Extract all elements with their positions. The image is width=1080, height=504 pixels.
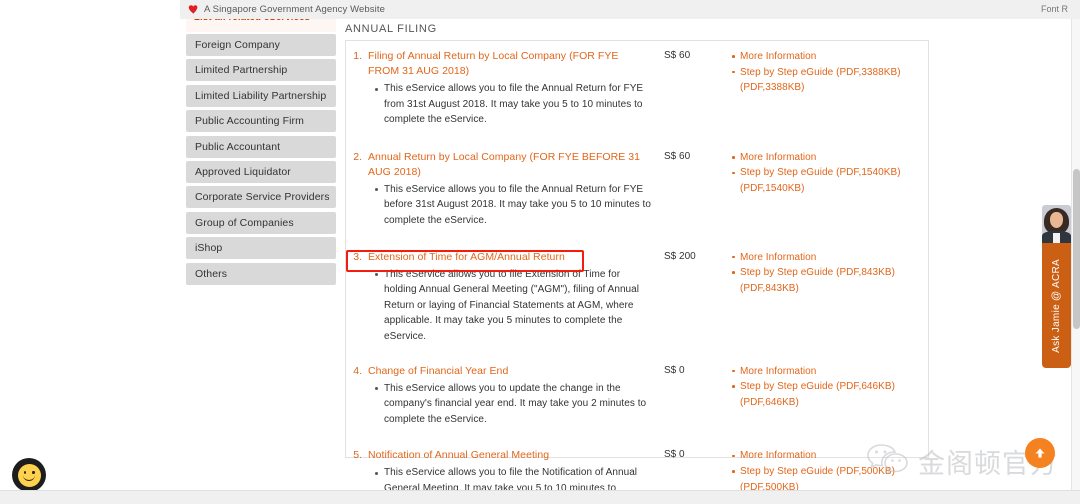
eservice-description-list: This eService allows you to file Extensi…	[368, 267, 652, 345]
eservice-body: Extension of Time for AGM/Annual Return …	[368, 250, 652, 345]
eservice-links: More Information Step by Step eGuide (PD…	[722, 250, 928, 345]
eservice-row: 2. Annual Return by Local Company (FOR F…	[346, 150, 928, 229]
step-by-step-eguide-link[interactable]: Step by Step eGuide (PDF,646KB) (PDF,646…	[732, 379, 928, 410]
arrow-up-icon	[1033, 446, 1047, 460]
eservice-row: 1. Filing of Annual Return by Local Comp…	[346, 49, 928, 128]
sidebar-item-label: Public Accounting Firm	[195, 115, 304, 128]
eservice-number: 2.	[353, 150, 362, 163]
eservice-body: Change of Financial Year End This eServi…	[368, 364, 652, 428]
scroll-to-top-button[interactable]	[1025, 438, 1055, 468]
eservice-number: 3.	[353, 250, 362, 263]
eservice-number: 1.	[353, 50, 362, 62]
government-banner: A Singapore Government Agency Website	[180, 0, 1080, 19]
eservice-number: 4.	[353, 364, 362, 377]
feedback-smiley-button[interactable]	[12, 458, 46, 492]
eservice-title-link[interactable]: Change of Financial Year End	[368, 364, 652, 379]
eservice-description: This eService allows you to update the c…	[375, 381, 652, 428]
step-by-step-eguide-link[interactable]: Step by Step eGuide (PDF,3388KB) (PDF,33…	[732, 65, 928, 96]
sidebar-item-label: Limited Liability Partnership	[195, 89, 327, 102]
eservice-description-list: This eService allows you to file the Ann…	[368, 81, 652, 128]
eservice-row: 3. Extension of Time for AGM/Annual Retu…	[346, 250, 928, 345]
eservice-price: S$ 60	[664, 50, 691, 61]
eservice-link-list: More Information Step by Step eGuide (PD…	[728, 150, 928, 197]
eservice-title-link[interactable]: Extension of Time for AGM/Annual Return	[368, 250, 652, 265]
sidebar-heading-text: List all related eServices	[194, 19, 310, 23]
sidebar-item-limited-partnership[interactable]: Limited Partnership	[186, 59, 336, 82]
more-information-link[interactable]: More Information	[732, 448, 928, 464]
sidebar-item-ishop[interactable]: iShop	[186, 237, 336, 260]
more-information-link[interactable]: More Information	[732, 250, 928, 266]
eservice-link-list: More Information Step by Step eGuide (PD…	[728, 250, 928, 297]
sidebar-item-label: Limited Partnership	[195, 64, 288, 77]
sidebar-item-approved-liquidator[interactable]: Approved Liquidator	[186, 160, 336, 183]
singapore-flag-icon	[188, 4, 199, 15]
font-resize-label[interactable]: Font R	[1041, 4, 1068, 14]
sidebar-item-foreign-company[interactable]: Foreign Company	[186, 34, 336, 56]
eservice-description: This eService allows you to file the Ann…	[375, 81, 652, 128]
sidebar-item-label: Corporate Service Providers	[195, 191, 330, 204]
eservice-link-list: More Information Step by Step eGuide (PD…	[728, 448, 928, 495]
eservice-body: Filing of Annual Return by Local Company…	[368, 49, 652, 128]
step-by-step-eguide-link[interactable]: Step by Step eGuide (PDF,1540KB) (PDF,15…	[732, 165, 928, 196]
smiley-face-icon	[17, 463, 41, 487]
ask-jamie-label: Ask Jamie @ ACRA	[1051, 258, 1062, 353]
eservice-description-list: This eService allows you to file the Ann…	[368, 182, 652, 229]
step-by-step-eguide-link[interactable]: Step by Step eGuide (PDF,843KB) (PDF,843…	[732, 265, 928, 296]
browser-bottom-bar	[0, 490, 1080, 504]
sidebar-item-public-accountant[interactable]: Public Accountant	[186, 135, 336, 158]
eservice-description: This eService allows you to file the Ann…	[375, 182, 652, 229]
sidebar-heading: List all related eServices	[186, 19, 336, 32]
ask-jamie-tab[interactable]: Ask Jamie @ ACRA	[1042, 243, 1071, 368]
sidebar-item-label: Foreign Company	[195, 39, 280, 51]
eservice-price: S$ 200	[664, 250, 696, 262]
ask-jamie-widget[interactable]: Ask Jamie @ ACRA	[1042, 205, 1071, 368]
sidebar: List all related eServices Foreign Compa…	[186, 19, 336, 288]
government-banner-text: A Singapore Government Agency Website	[204, 4, 385, 15]
page-scrollbar[interactable]	[1071, 19, 1080, 490]
eservice-links: More Information Step by Step eGuide (PD…	[722, 364, 928, 428]
sidebar-item-limited-liability-partnership[interactable]: Limited Liability Partnership	[186, 84, 336, 107]
eservice-description: This eService allows you to file Extensi…	[375, 267, 652, 345]
more-information-link[interactable]: More Information	[732, 150, 928, 166]
scrollbar-thumb[interactable]	[1073, 169, 1080, 329]
eservice-price: S$ 60	[664, 150, 691, 162]
sidebar-item-label: Approved Liquidator	[195, 165, 291, 178]
eservice-link-list: More Information Step by Step eGuide (PD…	[728, 49, 928, 96]
browser-viewport: A Singapore Government Agency Website Fo…	[0, 0, 1080, 504]
more-information-link[interactable]: More Information	[732, 49, 928, 65]
sidebar-item-label: Public Accountant	[195, 140, 281, 153]
sidebar-item-group-of-companies[interactable]: Group of Companies	[186, 211, 336, 234]
sidebar-item-public-accounting-firm[interactable]: Public Accounting Firm	[186, 110, 336, 133]
eservice-body: Annual Return by Local Company (FOR FYE …	[368, 150, 652, 229]
main-content: ANNUAL FILING 1. Filing of Annual Return…	[345, 19, 929, 504]
page-title: ANNUAL FILING	[345, 23, 437, 35]
jamie-avatar-photo	[1042, 205, 1071, 243]
sidebar-item-label: iShop	[195, 242, 223, 255]
left-gutter	[0, 0, 180, 19]
sidebar-item-others[interactable]: Others	[186, 262, 336, 285]
eservice-row: 4. Change of Financial Year End This eSe…	[346, 364, 928, 428]
eservice-title-link[interactable]: Annual Return by Local Company (FOR FYE …	[368, 150, 652, 180]
eservice-price: S$ 0	[664, 364, 685, 376]
eservice-links: More Information Step by Step eGuide (PD…	[722, 150, 928, 229]
eservice-links: More Information Step by Step eGuide (PD…	[722, 49, 928, 128]
eservice-title-link[interactable]: Filing of Annual Return by Local Company…	[368, 49, 652, 79]
eservice-description-list: This eService allows you to update the c…	[368, 381, 652, 428]
eservice-title-link[interactable]: Notification of Annual General Meeting	[368, 448, 652, 463]
sidebar-item-label: Group of Companies	[195, 216, 294, 229]
sidebar-item-label: Others	[195, 267, 228, 280]
more-information-link[interactable]: More Information	[732, 364, 928, 380]
eservice-link-list: More Information Step by Step eGuide (PD…	[728, 364, 928, 411]
eservice-panel: 1. Filing of Annual Return by Local Comp…	[345, 40, 929, 504]
sidebar-item-corporate-service-providers[interactable]: Corporate Service Providers	[186, 186, 336, 209]
